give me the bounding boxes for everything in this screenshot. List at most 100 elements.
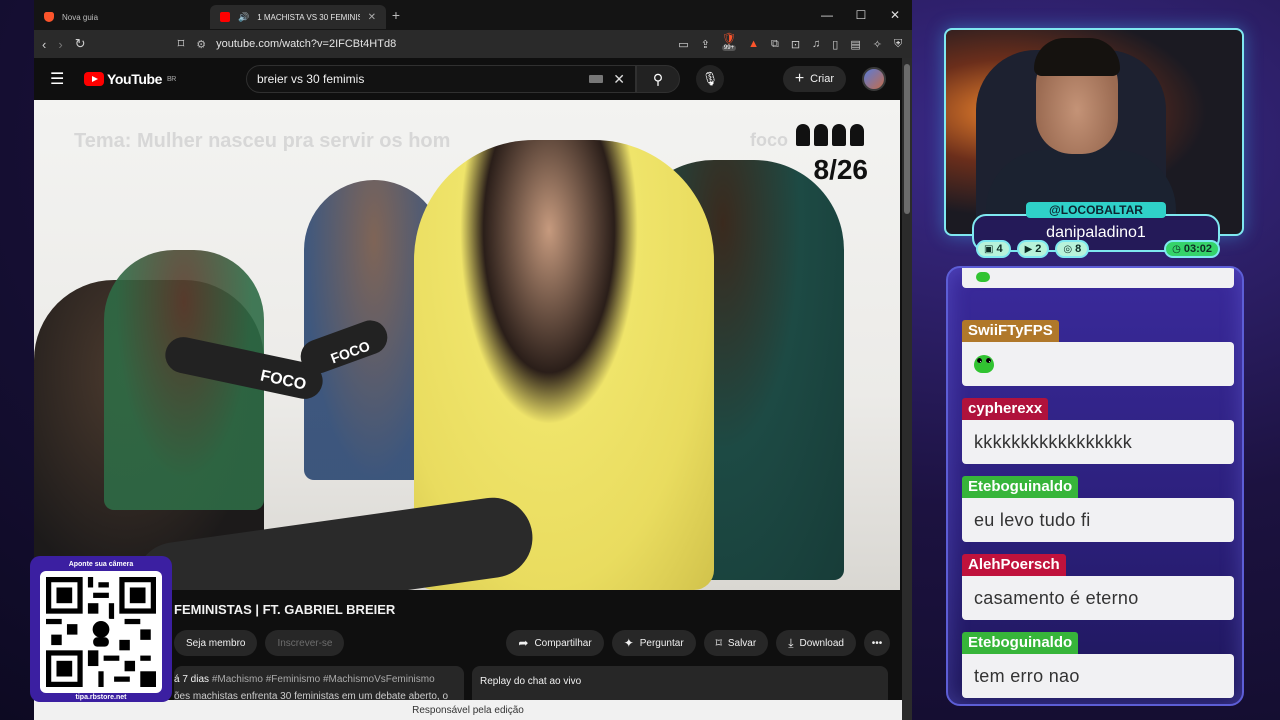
music-icon[interactable]: ♫	[812, 38, 820, 51]
vpn-icon[interactable]: ⛨	[894, 38, 902, 51]
save-label: Salvar	[727, 637, 757, 649]
join-button[interactable]: Seja membro	[174, 630, 258, 656]
sidebar-icon[interactable]: ▯	[832, 38, 838, 51]
chat-message: Eteboguinaldo eu levo tudo fi	[962, 476, 1234, 542]
share-button[interactable]: ➦ Compartilhar	[506, 630, 604, 656]
search-text: breier vs 30 femimis	[256, 72, 365, 86]
tab-youtube[interactable]: 🔊 1 MACHISTA VS 30 FEMINISTAS | FT ✕	[210, 5, 386, 29]
more-actions-button[interactable]: •••	[864, 630, 890, 656]
chat-username: SwiiFTyFPS	[962, 320, 1059, 342]
stream-chat: SwiiFTyFPS cypherexx kkkkkkkkkkkkkkkkk E…	[946, 266, 1244, 706]
maximize-button[interactable]: ☐	[844, 0, 878, 30]
description-tags: #Machismo #Feminismo #MachismoVsFeminism…	[211, 674, 435, 685]
chat-message-body	[962, 342, 1234, 386]
download-icon: ⤓	[788, 635, 794, 650]
chat-message-body: eu levo tudo fi	[962, 498, 1234, 542]
bookmark-icon: ⌑	[715, 636, 722, 650]
tab-bar: Nova guia 🔊 1 MACHISTA VS 30 FEMINISTAS …	[34, 0, 912, 30]
new-tab-button[interactable]: +	[386, 7, 406, 23]
account-avatar[interactable]	[862, 67, 886, 91]
bookmark-icon[interactable]: ⌑	[178, 36, 185, 52]
video-counter: 8/26	[813, 154, 869, 185]
download-label: Download	[799, 637, 844, 649]
forward-icon[interactable]: ›	[58, 37, 62, 52]
share-icon[interactable]: ⇪	[701, 38, 710, 51]
site-info-icon[interactable]: ⚙	[196, 38, 206, 51]
logo-text: YouTube	[107, 71, 163, 87]
brave-shields-icon[interactable]: 🛡99+	[721, 32, 737, 57]
voice-search-button[interactable]: 🎙	[695, 65, 724, 93]
kick-icon: ◎	[1063, 243, 1073, 255]
subscribe-button[interactable]: Inscrever-se	[265, 630, 345, 656]
download-button[interactable]: ⤓ Download	[776, 630, 856, 656]
chat-message-body: tem erro nao	[962, 654, 1234, 698]
create-button[interactable]: + Criar	[782, 66, 846, 92]
ask-button[interactable]: ✦ Perguntar	[611, 630, 696, 656]
clear-search-icon[interactable]: ✕	[613, 71, 625, 88]
share-icon: ➦	[518, 636, 529, 650]
reload-icon[interactable]: ↻	[75, 36, 86, 52]
status-footer: Responsável pela edição	[34, 700, 902, 720]
share-label: Compartilhar	[534, 637, 592, 649]
close-window-button[interactable]: ✕	[878, 0, 912, 30]
video-age: á 7 dias	[174, 674, 210, 685]
sparkle-icon: ✦	[623, 636, 634, 650]
chat-message-body: casamento é eterno	[962, 576, 1234, 620]
window-controls: — ☐ ✕	[810, 0, 912, 30]
save-button[interactable]: ⌑ Salvar	[703, 630, 769, 656]
shields-badge: 99+	[721, 44, 737, 51]
address-bar[interactable]: ⚙ youtube.com/watch?v=2IFCBt4HTd8	[196, 38, 666, 51]
streamer-hair-figure	[1034, 38, 1120, 76]
streamer-handle: @LOCOBALTAR	[1026, 202, 1166, 218]
close-tab-icon[interactable]: ✕	[368, 12, 376, 23]
tab-label: Nova guia	[62, 12, 99, 22]
tab-new[interactable]: Nova guia	[34, 5, 210, 29]
page-scrollbar[interactable]	[902, 58, 912, 720]
video-brand: foco	[750, 130, 788, 150]
youtube-icon: ▶	[1024, 243, 1033, 255]
chat-message: AlehPoersch casamento é eterno	[962, 554, 1234, 620]
microphone-icon: 🎙	[701, 71, 719, 86]
youtube-header: ☰ YouTube BR breier vs 30 femimis ✕ ⚲ 🎙 …	[34, 58, 902, 100]
brave-icon	[44, 12, 54, 22]
chat-message-partial	[962, 268, 1234, 288]
video-player[interactable]: FOCO FOCO Tema: Mulher nasceu pra servir…	[34, 100, 900, 590]
search-input[interactable]: breier vs 30 femimis ✕	[245, 65, 636, 93]
tab-label: 1 MACHISTA VS 30 FEMINISTAS | FT	[257, 12, 359, 22]
video-title: FEMINISTAS | FT. GABRIEL BREIER	[174, 602, 396, 617]
guide-menu-icon[interactable]: ☰	[50, 69, 68, 89]
keyboard-icon[interactable]	[589, 75, 604, 83]
search-button[interactable]: ⚲	[635, 65, 680, 93]
toolbar: ‹ › ↻ ⌑ ⚙ youtube.com/watch?v=2IFCBt4HTd…	[34, 30, 912, 58]
speaker-icon[interactable]: 🔊	[238, 12, 249, 23]
subscribe-label: Inscrever-se	[277, 637, 333, 649]
minimize-button[interactable]: —	[810, 0, 844, 30]
cast-icon[interactable]: ▭	[678, 38, 688, 51]
back-icon[interactable]: ‹	[42, 37, 46, 52]
video-actions: Seja membro Inscrever-se ➦ Compartilhar ✦…	[174, 630, 890, 656]
join-label: Seja membro	[186, 637, 246, 649]
extensions-icon[interactable]: ⧉	[771, 38, 779, 51]
stream-stats: ▣ 4 ▶ 2 ◎ 8 ◷ 03:02	[976, 240, 1220, 260]
chat-message: cypherexx kkkkkkkkkkkkkkkkk	[962, 398, 1234, 464]
youtube-viewers-stat: ▶ 2	[1016, 240, 1050, 258]
chat-message-body: kkkkkkkkkkkkkkkkk	[962, 420, 1234, 464]
stat-value: 4	[996, 243, 1003, 255]
chat-replay-title: Replay do chat ao vivo	[480, 676, 582, 687]
screenshot-icon[interactable]: ⊡	[791, 38, 800, 51]
people-icon	[796, 124, 864, 146]
brave-rewards-icon[interactable]: ▲	[748, 38, 759, 50]
chat-message: SwiiFTyFPS	[962, 320, 1234, 386]
twitch-viewers-stat: ▣ 4	[976, 240, 1011, 258]
youtube-play-icon	[84, 72, 104, 86]
stream-timer: ◷ 03:02	[1164, 240, 1220, 258]
youtube-logo[interactable]: YouTube BR	[84, 71, 176, 87]
ask-label: Perguntar	[639, 637, 684, 649]
qr-code-image	[46, 577, 156, 687]
leo-icon[interactable]: ✧	[873, 38, 882, 51]
frog-emote-icon	[974, 355, 994, 373]
wallet-icon[interactable]: ▤	[850, 38, 860, 51]
more-icon: •••	[871, 637, 883, 649]
frog-emote-icon	[976, 272, 990, 282]
scrollbar-thumb[interactable]	[904, 64, 910, 214]
